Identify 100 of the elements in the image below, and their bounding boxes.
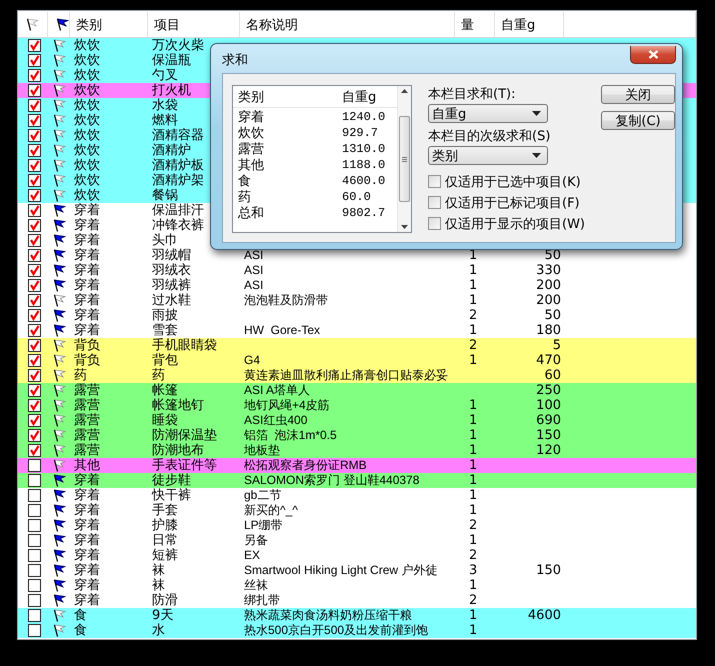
- table-row[interactable]: 背负 手机眼睛袋 2 5: [18, 338, 696, 353]
- scrollbar[interactable]: [397, 86, 411, 232]
- checkbox[interactable]: [28, 264, 41, 277]
- description-cell: 铝箔 泡沫1m*0.5: [244, 428, 337, 442]
- table-row[interactable]: 背负 背包 G4 1 470: [18, 353, 696, 368]
- quantity-cell: 1: [469, 293, 478, 308]
- quantity-cell: 2: [469, 308, 478, 323]
- checkbox[interactable]: [28, 39, 41, 52]
- table-row[interactable]: 穿着 徒步鞋 SALOMON索罗门 登山鞋440378 1: [18, 473, 696, 488]
- table-row[interactable]: 食 9天 熟米蔬菜肉食汤料奶粉压缩干粮 1 4600: [18, 608, 696, 623]
- checkbox[interactable]: [28, 399, 41, 412]
- sum-column-dropdown[interactable]: 自重g: [428, 104, 548, 123]
- dialog-button[interactable]: 关闭: [601, 85, 675, 104]
- close-button[interactable]: [630, 46, 676, 64]
- category-cell: 炊饮: [74, 188, 100, 203]
- checkbox[interactable]: [28, 564, 41, 577]
- item-cell: 酒精炉板: [152, 158, 204, 173]
- checkbox[interactable]: [28, 549, 41, 562]
- quantity-cell: 1: [469, 398, 478, 413]
- description-cell: 另备: [244, 533, 268, 547]
- weight-cell: 330: [536, 263, 561, 278]
- checkbox[interactable]: [28, 339, 41, 352]
- item-cell: 过水鞋: [152, 293, 191, 308]
- subtotal-dropdown[interactable]: 类别: [428, 146, 548, 165]
- checkbox[interactable]: [28, 504, 41, 517]
- checkbox[interactable]: [28, 579, 41, 592]
- checkbox[interactable]: [28, 609, 41, 622]
- item-cell: 燃料: [152, 113, 178, 128]
- checkbox[interactable]: [28, 69, 41, 82]
- category-cell-text: 露营: [237, 141, 265, 158]
- table-row[interactable]: 药 药 黄连素迪皿散利痛止痛膏创口贴泰必妥 60: [18, 368, 696, 383]
- column-header[interactable]: 项目: [148, 12, 240, 37]
- checkbox[interactable]: [28, 114, 41, 127]
- table-row[interactable]: 其他 手表证件等 松拓观察者身份证RMB 1: [18, 458, 696, 473]
- checkbox[interactable]: [28, 279, 41, 292]
- checkbox[interactable]: [428, 217, 441, 230]
- category-cell: 食: [74, 608, 87, 623]
- description-cell: 新买的^_^: [244, 503, 298, 517]
- checkbox[interactable]: [28, 474, 41, 487]
- checkbox[interactable]: [28, 594, 41, 607]
- checkbox[interactable]: [28, 219, 41, 232]
- table-row[interactable]: 露营 帐篷地钉 地钉风绳+4皮筋 1 100: [18, 398, 696, 413]
- checkbox[interactable]: [28, 324, 41, 337]
- checkbox[interactable]: [28, 459, 41, 472]
- checkbox[interactable]: [28, 309, 41, 322]
- column-header[interactable]: 自重g: [337, 88, 397, 106]
- checkbox[interactable]: [28, 294, 41, 307]
- column-header[interactable]: 名称说明: [240, 12, 455, 37]
- table-row[interactable]: 露营 睡袋 ASI红虫400 1 690: [18, 413, 696, 428]
- category-cell: 穿着: [74, 548, 100, 563]
- description-cell: 丝袜: [244, 578, 268, 592]
- checkbox[interactable]: [28, 489, 41, 502]
- table-row[interactable]: 露营 防潮地布 地板垫 1 120: [18, 443, 696, 458]
- up-arrow-icon: [401, 89, 408, 93]
- checkbox[interactable]: [28, 174, 41, 187]
- checkbox[interactable]: [28, 234, 41, 247]
- checkbox[interactable]: [28, 414, 41, 427]
- table-row[interactable]: 露营 帐篷 ASI A塔单人 250: [18, 383, 696, 398]
- total-cell-text: 1188.0: [341, 158, 386, 172]
- quantity-cell: 1: [469, 413, 478, 428]
- column-header[interactable]: 类别: [70, 12, 148, 37]
- item-cell: 手机眼睛袋: [152, 338, 217, 353]
- item-cell: 快干裤: [152, 488, 191, 503]
- checkbox[interactable]: [28, 354, 41, 367]
- category-cell: 穿着: [74, 533, 100, 548]
- quantity-cell: 1: [469, 353, 478, 368]
- down-arrow-icon: [401, 225, 408, 229]
- checkbox[interactable]: [28, 369, 41, 382]
- checkbox[interactable]: [28, 384, 41, 397]
- checkbox[interactable]: [28, 429, 41, 442]
- checkbox[interactable]: [28, 444, 41, 457]
- column-header[interactable]: 自重g: [495, 12, 564, 37]
- category-cell: 穿着: [74, 203, 100, 218]
- category-cell: 其他: [74, 458, 100, 473]
- checkbox[interactable]: [28, 54, 41, 67]
- column-header[interactable]: 量: [455, 12, 495, 37]
- checkbox[interactable]: [28, 519, 41, 532]
- checkbox[interactable]: [28, 189, 41, 202]
- checkbox[interactable]: [428, 196, 441, 209]
- item-cell: 羽绒衣: [152, 263, 191, 278]
- checkbox[interactable]: [28, 249, 41, 262]
- description-cell: 熟米蔬菜肉食汤料奶粉压缩干粮: [244, 608, 412, 622]
- checkbox[interactable]: [28, 204, 41, 217]
- category-cell: 炊饮: [74, 113, 100, 128]
- table-row[interactable]: 露营 防潮保温垫 铝箔 泡沫1m*0.5 1 150: [18, 428, 696, 443]
- quantity-cell: 1: [469, 578, 478, 593]
- checkbox[interactable]: [428, 175, 441, 188]
- quantity-cell: 1: [469, 278, 478, 293]
- checkbox[interactable]: [28, 159, 41, 172]
- table-row[interactable]: 食 水 热水500京白开500及出发前灌到饱 1: [18, 623, 696, 638]
- checkbox[interactable]: [28, 129, 41, 142]
- checkbox[interactable]: [28, 624, 41, 637]
- checkbox[interactable]: [28, 534, 41, 547]
- checkbox-label: 仅适用于已标记项目(F): [445, 194, 580, 212]
- dialog-button[interactable]: 复制(C): [601, 111, 675, 130]
- item-cell: 袜: [152, 563, 165, 578]
- checkbox[interactable]: [28, 84, 41, 97]
- column-header[interactable]: 类别: [233, 88, 337, 106]
- checkbox[interactable]: [28, 99, 41, 112]
- checkbox[interactable]: [28, 144, 41, 157]
